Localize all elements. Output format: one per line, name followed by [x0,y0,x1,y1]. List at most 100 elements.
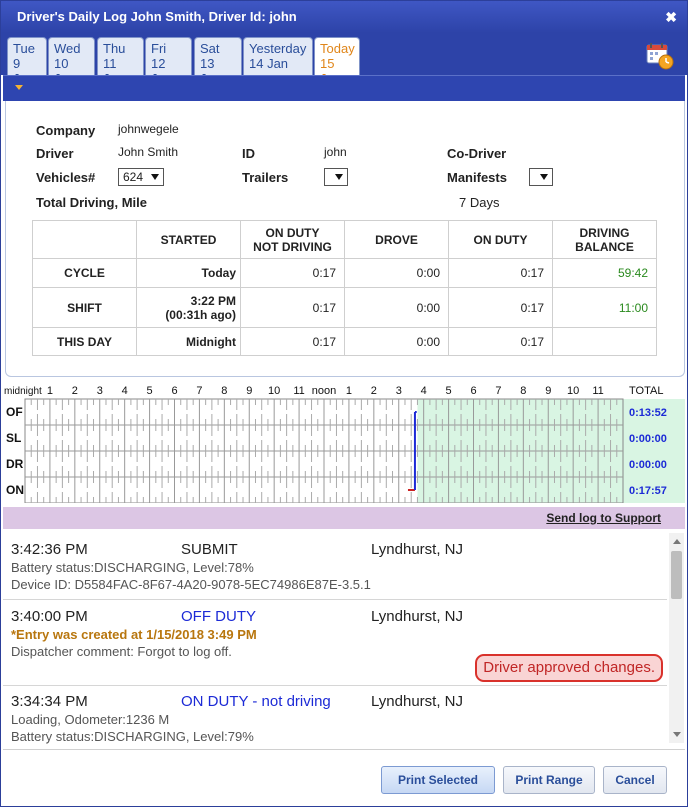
started-cell: 3:22 PM (00:31h ago) [136,287,241,328]
driver-value: John Smith [118,145,179,159]
hour-label: 10 [268,385,280,397]
driver-daily-log-window: Driver's Daily Log John Smith, Driver Id… [0,0,688,807]
tab-today-15-jan[interactable]: Today 15 Jan [314,37,360,86]
tab-day: Sat [200,41,220,56]
on-duty-not-driving-cell: 0:17 [240,258,345,288]
event-location: Lyndhurst, NJ [371,541,463,558]
id-label: ID [242,146,255,161]
event-detail: Device ID: D5584FAC-8F67-4A20-9078-5EC74… [11,577,371,592]
total-column-label: TOTAL [629,385,663,397]
driver-info-panel: Company johnwegele Driver John Smith ID … [5,101,685,377]
chevron-down-icon [335,174,343,180]
hour-label: 4 [122,385,128,397]
event-time: 3:40:00 PM [11,608,88,625]
event-list[interactable]: 3:42:36 PM SUBMIT Lyndhurst, NJ Battery … [3,533,685,745]
duty-row-label: OF [6,405,23,419]
event-list-scrollbar[interactable] [669,533,684,743]
manifests-select[interactable] [529,168,553,186]
table-row-cycle: CYCLE Today 0:17 0:00 0:17 59:42 [32,258,657,288]
event-time: 3:34:34 PM [11,693,88,710]
tab-thu-11-jan[interactable]: Thu 11 Jan [97,37,144,86]
event-location: Lyndhurst, NJ [371,608,463,625]
window-titlebar: Driver's Daily Log John Smith, Driver Id… [1,1,687,33]
scroll-down-icon[interactable] [673,732,681,737]
dialog-footer: Print Selected Print Range Cancel [3,749,685,805]
scroll-thumb[interactable] [671,551,682,599]
hour-label: 11 [293,385,304,397]
hour-label: 9 [545,385,551,397]
duty-row-total: 0:00:00 [629,459,667,471]
tab-wed-10-jan[interactable]: Wed 10 Jan [48,37,95,86]
chevron-down-icon [151,174,159,180]
tab-tue-9-jan[interactable]: Tue 9 Jan [7,37,47,86]
duty-status-graph: midnight 1 2 3 4 5 6 7 8 9 10 11 noon 1 2 3 4 5 6 7 8 9 10 11 TO… [4,385,685,503]
hour-label: 7 [196,385,202,397]
vehicles-selected-value: 624 [123,170,144,184]
row-label: CYCLE [32,258,137,288]
col-driving-balance: DRIVING BALANCE [552,220,657,259]
on-duty-cell: 0:17 [448,327,553,356]
scroll-up-icon[interactable] [673,539,681,544]
drove-cell: 0:00 [344,327,449,356]
close-icon[interactable]: ✖ [665,1,677,33]
print-range-button[interactable]: Print Range [503,766,595,794]
tab-day: Tue [13,41,35,56]
hour-label: 5 [446,385,452,397]
on-duty-not-driving-cell: 0:17 [240,327,345,356]
event-status: ON DUTY - not driving [181,693,331,710]
event-item[interactable]: 3:42:36 PM SUBMIT Lyndhurst, NJ Battery … [3,533,667,600]
duty-row-label: DR [6,457,24,471]
chevron-down-icon[interactable] [15,85,23,90]
driving-balance-cell: 11:00 [552,287,657,328]
col-on-duty: ON DUTY [448,220,553,259]
hour-label: 7 [495,385,501,397]
company-value: johnwegele [118,122,179,136]
tab-fri-12-jan[interactable]: Fri 12 Jan [145,37,192,86]
event-dispatcher-comment: Dispatcher comment: Forgot to log off. [11,644,232,659]
hour-label: 1 [346,385,352,397]
trailers-select[interactable] [324,168,348,186]
row-label: SHIFT [32,287,137,328]
duty-row-total: 0:13:52 [629,407,667,419]
event-detail: Battery status:DISCHARGING, Level:79% [11,729,254,744]
hour-label: 3 [97,385,103,397]
hour-label: 2 [371,385,377,397]
codriver-label: Co-Driver [447,146,507,161]
send-log-bar: Send log to Support [3,507,685,529]
hour-label: 11 [592,385,603,397]
col-drove: DROVE [344,220,449,259]
trailers-label: Trailers [242,170,289,185]
event-location: Lyndhurst, NJ [371,693,463,710]
hour-label: 6 [171,385,177,397]
driver-label: Driver [36,146,74,161]
tab-sat-13-jan[interactable]: Sat 13 Jan [194,37,242,86]
tab-day: Yesterday [249,41,307,56]
duty-row-total: 0:00:00 [629,433,667,445]
send-log-to-support-link[interactable]: Send log to Support [546,511,661,525]
tab-date: 14 Jan [249,56,289,71]
duty-row-label: SL [6,431,21,445]
tab-yesterday-14-jan[interactable]: Yesterday 14 Jan [243,37,313,75]
day-tabs: Tue 9 Jan Wed 10 Jan Thu 11 Jan Fri 12 J… [1,33,687,86]
vehicles-select[interactable]: 624 [118,168,164,186]
calendar-clock-icon[interactable] [645,41,675,71]
col-started: STARTED [136,220,241,259]
hour-label: 9 [246,385,252,397]
on-duty-not-driving-cell: 0:17 [240,287,345,328]
collapse-bar[interactable] [3,75,685,101]
hour-label: 8 [221,385,227,397]
event-item[interactable]: 3:40:00 PM OFF DUTY Lyndhurst, NJ *Entry… [3,600,667,686]
tab-day: Wed [54,41,81,56]
chevron-down-icon [540,174,548,180]
manifests-label: Manifests [447,170,507,185]
print-selected-button[interactable]: Print Selected [381,766,495,794]
event-item[interactable]: 3:34:34 PM ON DUTY - not driving Lyndhur… [3,686,667,745]
hour-label: midnight [4,386,42,397]
hour-label: 5 [147,385,153,397]
window-title: Driver's Daily Log John Smith, Driver Id… [17,9,297,24]
col-on-duty-not-driving: ON DUTY NOT DRIVING [240,220,345,259]
hour-label: 3 [396,385,402,397]
duty-row-label: ON [6,483,24,497]
cancel-button[interactable]: Cancel [603,766,667,794]
event-detail: Battery status:DISCHARGING, Level:78% [11,560,254,575]
